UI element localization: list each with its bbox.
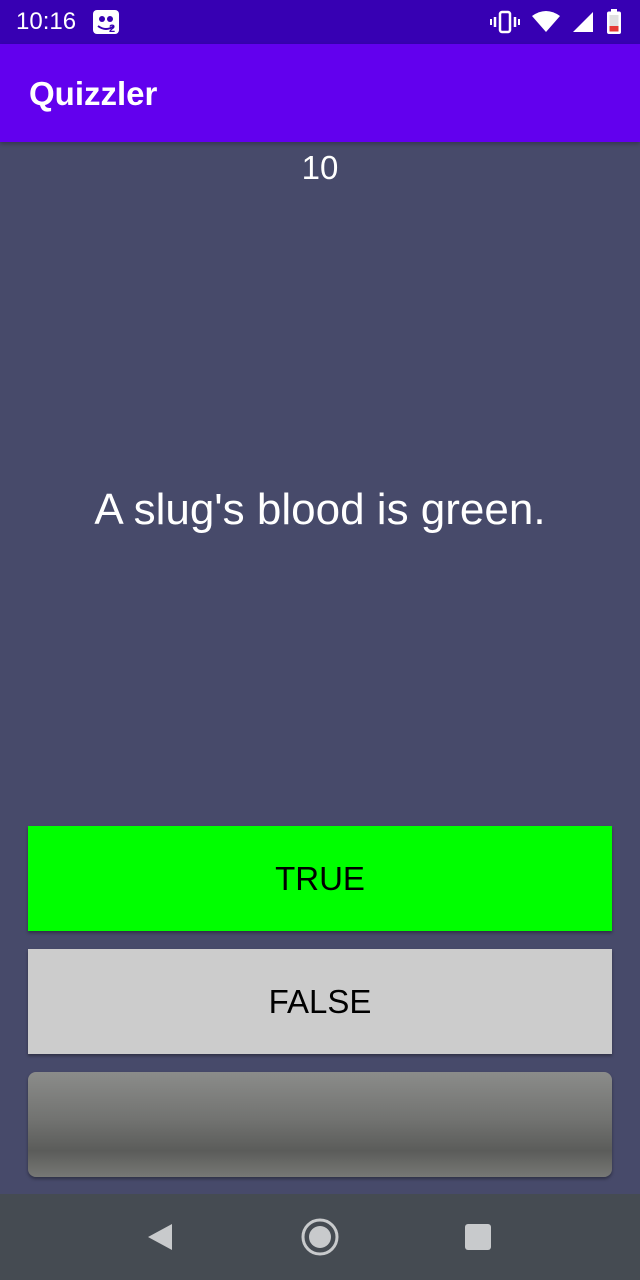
status-time: 10:16 xyxy=(16,8,77,35)
false-button[interactable]: FALSE xyxy=(28,949,612,1054)
question-text: A slug's blood is green. xyxy=(94,485,546,534)
wifi-icon xyxy=(532,11,560,32)
notification-game-icon: 2 xyxy=(93,10,119,35)
vibrate-icon xyxy=(490,10,520,34)
app-bar: Quizzler xyxy=(0,44,640,142)
true-button[interactable]: TRUE xyxy=(28,826,612,931)
signal-icon xyxy=(573,12,593,32)
home-icon[interactable] xyxy=(300,1217,340,1257)
svg-text:2: 2 xyxy=(109,23,115,35)
status-icons xyxy=(490,8,622,36)
battery-low-icon xyxy=(607,9,621,34)
status-bar: 10:16 2 xyxy=(0,0,640,44)
recent-apps-icon[interactable] xyxy=(465,1224,491,1250)
next-button[interactable] xyxy=(28,1072,612,1177)
score-counter: 10 xyxy=(301,149,339,186)
back-icon[interactable] xyxy=(146,1222,174,1252)
app-title: Quizzler xyxy=(29,75,158,112)
navigation-bar xyxy=(0,1194,640,1280)
